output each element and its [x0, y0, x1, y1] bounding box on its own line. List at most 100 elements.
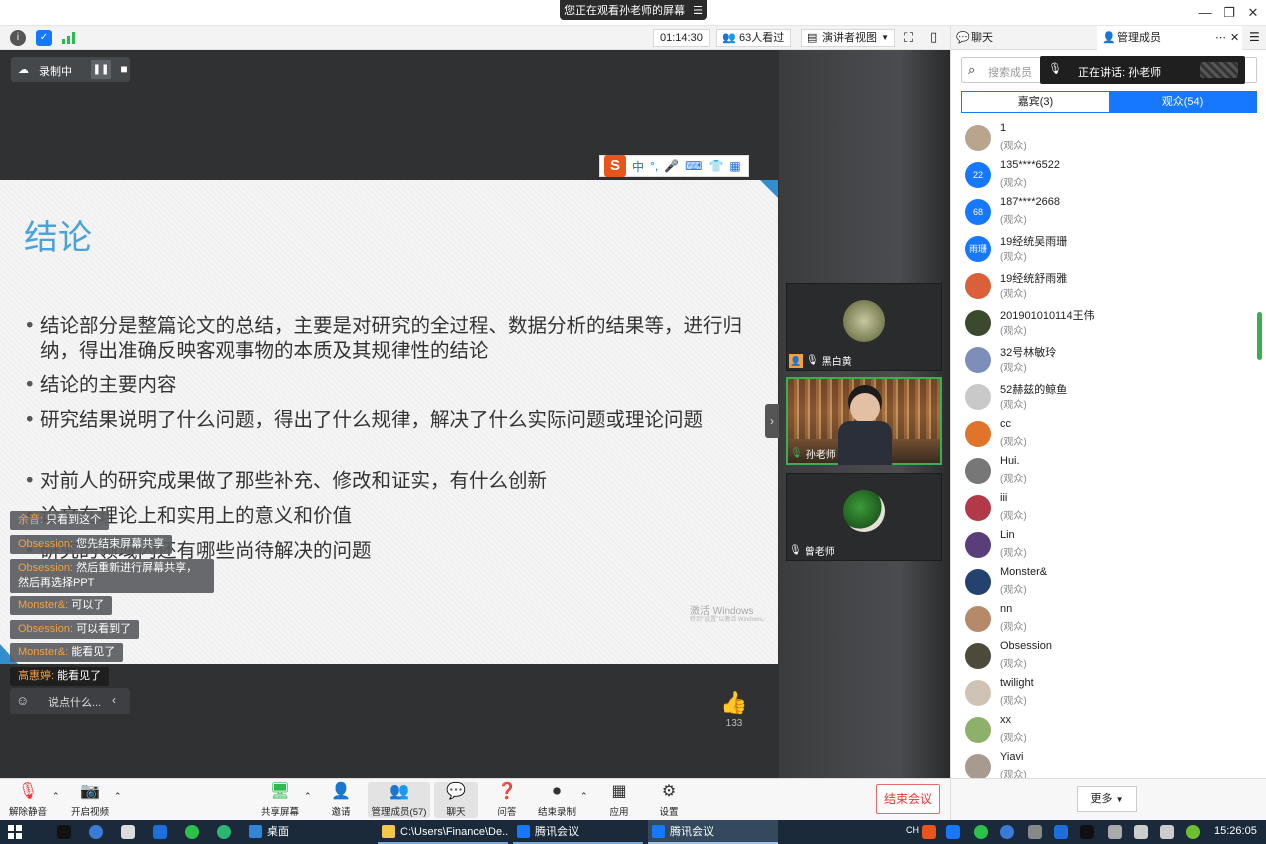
ime-mode[interactable]: 中 — [632, 158, 644, 175]
chevron-up-icon[interactable]: ⌃ — [304, 791, 312, 802]
manage-members-button[interactable]: 👥 管理成员(57) — [368, 782, 430, 818]
menu-icon[interactable]: ☰ — [1249, 30, 1260, 44]
tab-chat[interactable]: 💬 聊天 — [951, 26, 1096, 50]
member-row[interactable]: 52赫兹的鲸鱼 (观众) — [965, 381, 1255, 418]
member-row[interactable]: 1 (观众) — [965, 122, 1255, 159]
member-row[interactable]: Obsession (观众) — [965, 640, 1255, 677]
member-row[interactable]: cc (观众) — [965, 418, 1255, 455]
sidebar-toggle-icon[interactable]: ▯ — [930, 29, 937, 45]
input-language[interactable]: CH — [906, 825, 919, 835]
shield-icon[interactable]: ✓ — [36, 30, 52, 46]
collapse-video-strip-button[interactable]: › — [765, 404, 779, 438]
security-icon[interactable] — [1186, 825, 1200, 839]
share-screen-button[interactable]: 🖥 共享屏幕 — [258, 782, 302, 818]
view-mode-select[interactable]: ▤ 演讲者视图 ▼ — [801, 29, 895, 47]
search-placeholder: 搜索成员 — [988, 67, 1032, 79]
app-icon[interactable] — [153, 825, 167, 839]
member-row[interactable]: Lin (观众) — [965, 529, 1255, 566]
slide-corner-decoration — [760, 180, 778, 198]
info-icon[interactable]: i — [10, 30, 26, 46]
taskbar-item-tencent-meeting-active[interactable]: 腾讯会议 — [648, 820, 778, 844]
member-row[interactable]: iii (观众) — [965, 492, 1255, 529]
browser-icon[interactable] — [89, 825, 103, 839]
member-row[interactable]: 22 135****6522 (观众) — [965, 159, 1255, 196]
close-icon[interactable]: ✕ — [1230, 26, 1239, 50]
chevron-left-icon[interactable]: ‹ — [112, 693, 116, 707]
end-recording-button[interactable]: ⏺ 结束录制 — [536, 782, 578, 818]
punctuation-icon[interactable]: °, — [650, 159, 658, 173]
host-badge-icon: 👤 — [789, 353, 803, 368]
microphone-icon[interactable]: 🎤 — [664, 159, 679, 173]
end-meeting-button[interactable]: 结束会议 — [876, 784, 940, 814]
settings-button[interactable]: ⚙ 设置 — [652, 782, 686, 818]
member-row[interactable]: Monster& (观众) — [965, 566, 1255, 603]
invite-button[interactable]: 👤 邀请 — [324, 782, 358, 818]
apps-grid-icon[interactable]: ▦ — [729, 159, 740, 173]
wechat-icon[interactable] — [974, 825, 988, 839]
viewers-count[interactable]: 👥 63人看过 — [716, 29, 792, 47]
member-row[interactable]: 201901010114王伟 (观众) — [965, 307, 1255, 344]
member-role: (观众) — [1000, 400, 1027, 411]
stop-recording-button[interactable]: ■ — [115, 60, 133, 79]
video-tile[interactable]: 🎙 曾老师 — [786, 473, 942, 561]
bluetooth-icon[interactable] — [1000, 825, 1014, 839]
menu-icon[interactable]: ☰ — [693, 4, 703, 17]
taskbar-item-tencent-meeting[interactable]: 腾讯会议 — [513, 820, 643, 844]
taskbar-item-explorer[interactable]: C:\Users\Finance\De... — [378, 820, 508, 844]
more-button[interactable]: 更多 ▼ — [1077, 786, 1137, 812]
start-video-button[interactable]: 📷 开启视频 — [68, 782, 112, 818]
qq-icon[interactable] — [57, 825, 71, 839]
scrollbar[interactable] — [1257, 312, 1262, 360]
close-icon[interactable]: ✕ — [1244, 4, 1262, 22]
signal-icon[interactable] — [62, 32, 76, 44]
more-options-icon[interactable]: ⋯ — [1215, 26, 1226, 50]
skin-icon[interactable]: 👕 — [708, 159, 723, 173]
restore-icon[interactable]: ❐ — [1220, 4, 1238, 22]
chat-input[interactable]: ☺ 说点什么... ‹ — [10, 688, 130, 714]
mail-icon[interactable] — [121, 825, 135, 839]
chat-button[interactable]: 💬 聊天 — [434, 782, 478, 818]
member-row[interactable]: twilight (观众) — [965, 677, 1255, 714]
sogou-icon[interactable] — [922, 825, 936, 839]
member-row[interactable]: 雨珊 19经统吴雨珊 (观众) — [965, 233, 1255, 270]
fullscreen-icon[interactable]: ⛶ — [904, 30, 913, 46]
taskbar-item-desktop[interactable]: 桌面 — [245, 820, 375, 844]
qq-icon[interactable] — [1080, 825, 1094, 839]
minimize-icon[interactable]: — — [1196, 4, 1214, 22]
windows-start-icon[interactable] — [8, 825, 22, 839]
member-row[interactable]: xx (观众) — [965, 714, 1255, 751]
tencent-meeting-icon[interactable] — [946, 825, 960, 839]
app-icon[interactable] — [1028, 825, 1042, 839]
screen-share-notice[interactable]: 您正在观看孙老师的屏幕 ☰ — [560, 0, 707, 20]
member-row[interactable]: 68 187****2668 (观众) — [965, 196, 1255, 233]
tab-members[interactable]: 👤 管理成员 ⋯ ✕ — [1097, 26, 1242, 50]
app-icon[interactable] — [1054, 825, 1068, 839]
avatar — [965, 495, 991, 521]
member-row[interactable]: 19经统舒雨雅 (观众) — [965, 270, 1255, 307]
volume-icon[interactable] — [1160, 825, 1174, 839]
pause-recording-button[interactable]: ❚❚ — [91, 60, 111, 79]
tab-guests[interactable]: 嘉宾(3) — [962, 92, 1109, 112]
add-person-icon: 👤 — [331, 783, 351, 800]
keyboard-icon[interactable]: ⌨ — [685, 159, 702, 173]
member-row[interactable]: 32号林敏玲 (观众) — [965, 344, 1255, 381]
video-tile-active[interactable]: 🎙 孙老师 — [786, 377, 942, 465]
tab-audience[interactable]: 观众(54) — [1109, 92, 1256, 112]
chevron-up-icon[interactable]: ⌃ — [52, 791, 60, 802]
emoji-icon[interactable]: ☺ — [16, 693, 29, 708]
app-icon[interactable] — [217, 825, 231, 839]
ime-toolbar[interactable]: S 中 °, 🎤 ⌨ 👕 ▦ — [599, 155, 749, 177]
display-icon[interactable] — [1108, 825, 1122, 839]
like-button[interactable]: 👍 133 — [720, 690, 748, 729]
member-row[interactable]: Hui. (观众) — [965, 455, 1255, 492]
chevron-up-icon[interactable]: ⌃ — [580, 791, 588, 802]
chevron-up-icon[interactable]: ⌃ — [114, 791, 122, 802]
qa-button[interactable]: ❓ 问答 — [490, 782, 524, 818]
member-row[interactable]: nn (观众) — [965, 603, 1255, 640]
avatar — [965, 643, 991, 669]
wifi-icon[interactable] — [1134, 825, 1148, 839]
video-tile[interactable]: 👤 🎙 黑白黄 — [786, 283, 942, 371]
wechat-icon[interactable] — [185, 825, 199, 839]
apps-button[interactable]: ▦ 应用 — [602, 782, 636, 818]
unmute-button[interactable]: 🎙 解除静音 — [6, 782, 50, 818]
